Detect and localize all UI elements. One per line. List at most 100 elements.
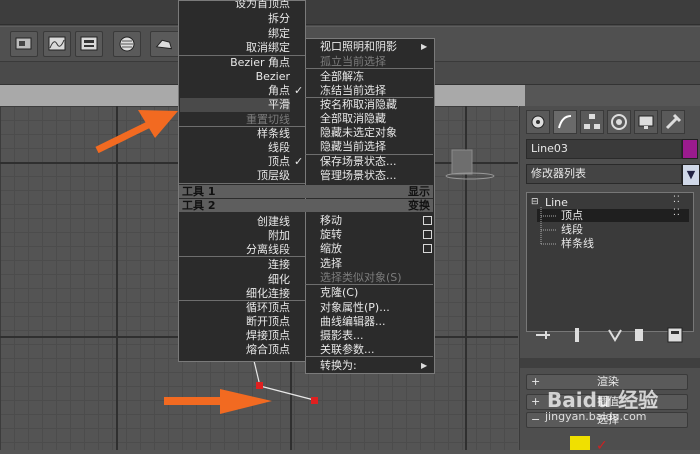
quad-left-item[interactable]: 拆分: [180, 12, 290, 26]
quad-lower-left-item[interactable]: 细化连接: [180, 287, 290, 301]
quad-lower-left-item[interactable]: 循环顶点: [180, 301, 290, 315]
quad-lower-right-item[interactable]: 选择类似对象(S): [320, 271, 430, 285]
pin-stack-icon[interactable]: [532, 324, 554, 346]
remove-modifier-icon[interactable]: [628, 324, 650, 346]
quad-lower-left-item[interactable]: 创建线: [180, 215, 290, 229]
quad-lower-right-item[interactable]: 选择: [320, 257, 430, 271]
quad-right-item[interactable]: 视口照明和阴影: [320, 40, 430, 54]
quad-right-item[interactable]: 全部解冻: [320, 70, 430, 84]
schematic-view-icon[interactable]: [75, 31, 103, 57]
quad-right-item[interactable]: 冻结当前选择: [320, 84, 430, 98]
quad-right-item[interactable]: 保存场景状态...: [320, 155, 430, 169]
quad-lower-right-item[interactable]: 移动: [320, 214, 430, 228]
quad-left-item[interactable]: 设为首顶点: [180, 0, 290, 11]
quad-left-item[interactable]: Bezier: [180, 70, 290, 84]
quad-right-item[interactable]: 按名称取消隐藏: [320, 98, 430, 112]
quad-right-item[interactable]: 孤立当前选择: [320, 55, 430, 69]
quad-lower-left-item[interactable]: 附加: [180, 229, 290, 243]
quad-lower-left-item[interactable]: 连接: [180, 258, 290, 272]
motion-icon[interactable]: [607, 110, 631, 134]
menu-separator: [305, 284, 433, 285]
object-name-field[interactable]: Line03: [526, 139, 682, 159]
segment-subobject-icon[interactable]: ✓: [596, 438, 608, 454]
quad-right-item[interactable]: 隐藏当前选择: [320, 140, 430, 154]
spline-vertex[interactable]: [311, 397, 318, 404]
utilities-icon[interactable]: [661, 110, 685, 134]
quad-lower-left-item[interactable]: 焊接顶点: [180, 329, 290, 343]
quad-header-tools1: 工具 1: [179, 185, 305, 198]
quad-lower-right-item[interactable]: 旋转: [320, 228, 430, 242]
hierarchy-icon[interactable]: [580, 110, 604, 134]
menu-separator: [305, 97, 433, 98]
watermark-logo: Baidu 经验: [547, 388, 659, 412]
modifier-stack: ⊟ Line ⁚⁚ 顶点 ⁚⁚ 线段 样条线: [526, 192, 694, 332]
quad-lower-right-item[interactable]: 缩放: [320, 242, 430, 256]
settings-box-icon[interactable]: [423, 216, 432, 225]
quad-header-tools2: 工具 2: [179, 199, 305, 212]
spline-segment: [259, 385, 315, 401]
create-icon[interactable]: [526, 110, 550, 134]
quad-lower-right-item[interactable]: 转换为:: [320, 359, 430, 373]
quad-right-item[interactable]: 隐藏未选定对象: [320, 126, 430, 140]
quad-header-transform: 变换: [305, 199, 433, 212]
quad-right-item[interactable]: 全部取消隐藏: [320, 112, 430, 126]
light-bulb-icon[interactable]: ⁚⁚: [673, 194, 681, 207]
quad-lower-right-item[interactable]: 关联参数...: [320, 343, 430, 357]
show-end-result-icon[interactable]: [566, 324, 588, 346]
quad-lower-left-item[interactable]: 细化: [180, 273, 290, 287]
vertex-subobject-icon[interactable]: [570, 436, 590, 450]
display-icon[interactable]: [634, 110, 658, 134]
quad-left-item[interactable]: 顶点: [180, 155, 290, 169]
stack-tree-lines: [540, 207, 557, 245]
menu-strip: [0, 0, 700, 25]
menu-separator: [179, 55, 305, 56]
quad-left-item[interactable]: 平滑: [180, 98, 290, 112]
menu-separator: [179, 256, 305, 257]
annotation-arrow: [164, 389, 272, 414]
make-unique-icon[interactable]: [604, 324, 626, 346]
configure-sets-icon[interactable]: [664, 324, 686, 346]
render-frame-icon[interactable]: [150, 31, 180, 57]
checkmark-icon: ✓: [294, 155, 304, 168]
panel-divider: [520, 358, 700, 368]
scene-object[interactable]: [451, 149, 473, 175]
quad-left-item[interactable]: 绑定: [180, 27, 290, 41]
quad-right-item[interactable]: 管理场景状态...: [320, 169, 430, 183]
quad-lower-right-item[interactable]: 对象属性(P)...: [320, 301, 430, 315]
submenu-arrow-icon: ▶: [421, 42, 428, 51]
quad-lower-right-item[interactable]: 曲线编辑器...: [320, 315, 430, 329]
render-setup-icon[interactable]: [10, 31, 38, 57]
quad-lower-left-item[interactable]: 分离线段: [180, 243, 290, 257]
checkmark-icon: ✓: [294, 84, 304, 97]
quad-lower-left-item[interactable]: 断开顶点: [180, 315, 290, 329]
menu-separator: [179, 183, 305, 184]
submenu-arrow-icon: ▶: [421, 361, 428, 370]
quad-left-item[interactable]: 顶层级: [180, 169, 290, 183]
quad-left-item[interactable]: 角点: [180, 84, 290, 98]
menu-separator: [305, 154, 433, 155]
material-editor-icon[interactable]: [113, 31, 141, 57]
quad-lower-left-item[interactable]: 熔合顶点: [180, 343, 290, 357]
light-bulb-icon[interactable]: ⁚⁚: [673, 207, 681, 220]
curve-editor-icon[interactable]: [43, 31, 71, 57]
quad-header-display: 显示: [305, 185, 433, 198]
quad-left-item[interactable]: Bezier 角点: [180, 56, 290, 70]
menu-separator: [305, 356, 433, 357]
quad-left-item[interactable]: 取消绑定: [180, 41, 290, 55]
menu-separator: [179, 126, 305, 127]
quad-lower-right-item[interactable]: 摄影表...: [320, 329, 430, 343]
quad-left-item[interactable]: 样条线: [180, 127, 290, 141]
quad-left-item[interactable]: 线段: [180, 141, 290, 155]
spline-vertex[interactable]: [256, 382, 263, 389]
annotation-arrow: [95, 110, 178, 154]
modify-icon[interactable]: [553, 110, 577, 134]
settings-box-icon[interactable]: [423, 230, 432, 239]
menu-separator: [179, 300, 305, 301]
settings-box-icon[interactable]: [423, 244, 432, 253]
quad-lower-right-item[interactable]: 克隆(C): [320, 286, 430, 300]
object-color-swatch[interactable]: [682, 139, 698, 159]
chevron-down-icon[interactable]: ▼: [682, 164, 700, 186]
modifier-list-dropdown[interactable]: 修改器列表: [526, 164, 682, 184]
menu-separator: [305, 68, 433, 69]
quad-left-item[interactable]: 重置切线: [180, 113, 290, 127]
